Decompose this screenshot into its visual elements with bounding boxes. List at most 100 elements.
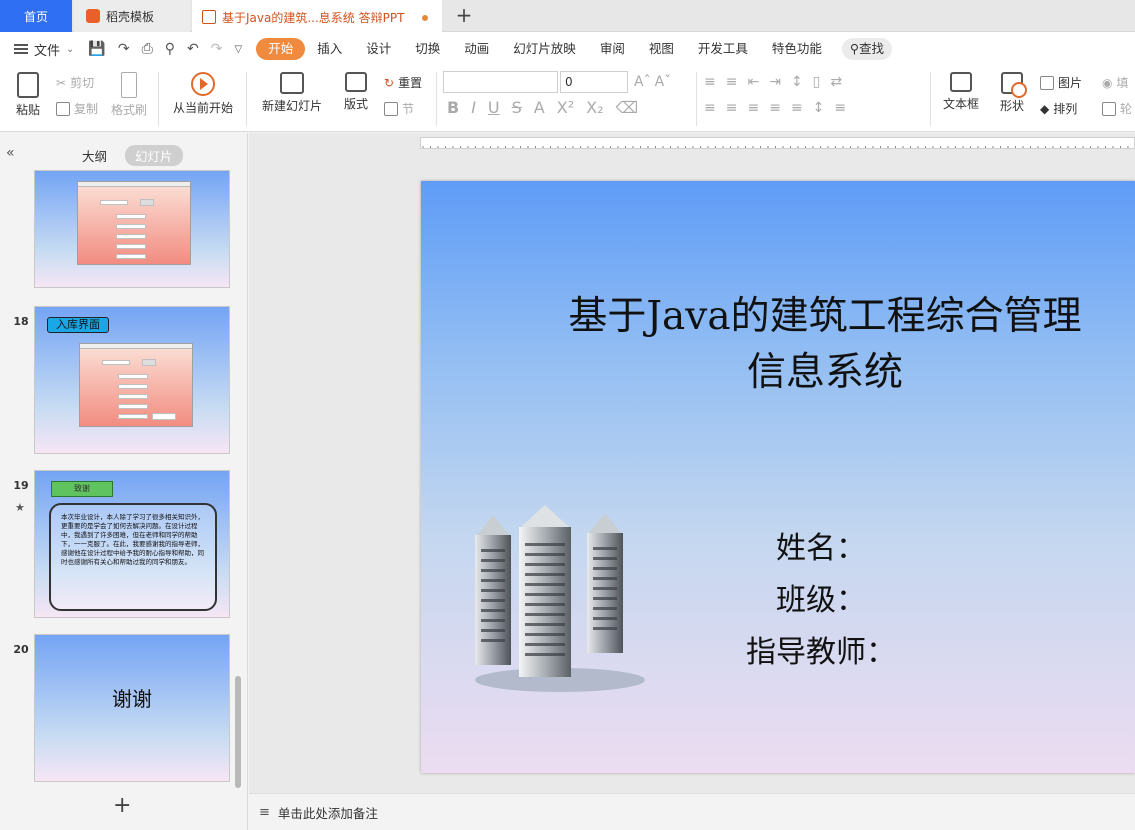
- ribbon-tab-view[interactable]: 视图: [637, 38, 686, 60]
- ppt-file-icon: [202, 10, 216, 24]
- picture-button[interactable]: 图片: [1040, 74, 1082, 91]
- shape-button[interactable]: 形状: [994, 72, 1030, 114]
- align-left-icon[interactable]: ≡: [704, 100, 716, 116]
- notes-bar[interactable]: ≡ 单击此处添加备注: [249, 793, 1135, 830]
- redo-icon[interactable]: ↷: [211, 41, 223, 57]
- font-shrink-icon: Aˇ: [654, 74, 672, 90]
- justify-icon[interactable]: ≡: [769, 100, 781, 116]
- class-label: 班级：: [776, 583, 866, 618]
- ribbon-home: 粘贴 ✂ 剪切 复制 格式刷 从当前开始 新建幻灯片 版式 ↻ 重置 节 0 Aˆ A…: [0, 66, 1135, 132]
- slide-info-block[interactable]: 姓名： 班级： 指导教师：: [721, 523, 921, 679]
- slide-thumbnail[interactable]: [34, 170, 230, 288]
- slide-thumbnail[interactable]: 入库界面: [34, 306, 230, 454]
- outline-tab[interactable]: 大纲: [72, 145, 117, 166]
- paste-label: 粘贴: [15, 103, 40, 117]
- ribbon-tab-home[interactable]: 开始: [256, 38, 306, 60]
- copy-button[interactable]: 复制: [56, 100, 98, 117]
- slide-editor: 基于Java的建筑工程综合管理 信息系统 姓名： 班级： 指导教师：: [249, 133, 1135, 793]
- hamburger-icon: [14, 44, 28, 54]
- title-tab-bar: 首页 稻壳模板 基于Java的建筑...息系统 答辩PPT +: [0, 0, 1135, 32]
- cut-button[interactable]: ✂ 剪切: [56, 74, 94, 91]
- section-button[interactable]: 节: [384, 100, 414, 117]
- arrange-button[interactable]: ◆ 排列: [1040, 100, 1077, 117]
- format-painter-button[interactable]: 格式刷: [108, 72, 150, 118]
- outline-button[interactable]: 轮: [1102, 100, 1132, 117]
- ribbon-tab-slideshow[interactable]: 幻灯片放映: [501, 38, 588, 60]
- tab-document[interactable]: 基于Java的建筑...息系统 答辩PPT: [192, 0, 442, 32]
- ribbon-tab-animation[interactable]: 动画: [452, 38, 501, 60]
- superscript-icon[interactable]: X²: [557, 98, 574, 117]
- ribbon-tab-insert[interactable]: 插入: [305, 38, 354, 60]
- textbox-button[interactable]: 文本框: [938, 72, 984, 112]
- ribbon-tab-design[interactable]: 设计: [354, 38, 403, 60]
- tab-template[interactable]: 稻壳模板: [74, 0, 190, 32]
- font-color-icon[interactable]: A: [534, 98, 545, 117]
- slide-thumbnail[interactable]: 谢谢: [34, 634, 230, 782]
- numbering-icon[interactable]: ≡: [726, 74, 738, 90]
- new-tab-button[interactable]: +: [452, 4, 476, 28]
- save-icon[interactable]: 💾: [88, 41, 105, 57]
- paste-button[interactable]: 粘贴: [10, 72, 46, 118]
- ribbon-tab-features[interactable]: 特色功能: [760, 38, 834, 60]
- menu-bar: 文件 ⌄ 💾 ↷ ⎙ ⚲ ↶ ↷ ▽ 开始 插入 设计 切换 动画 幻灯片放映 …: [0, 32, 1135, 66]
- share-icon[interactable]: ↷: [118, 41, 130, 57]
- new-slide-icon: [280, 72, 304, 94]
- layers-icon: ◆: [1040, 101, 1050, 116]
- quick-access-toolbar: 💾 ↷ ⎙ ⚲ ↶ ↷ ▽: [88, 41, 242, 57]
- ribbon-tab-transition[interactable]: 切换: [403, 38, 452, 60]
- undo-icon[interactable]: ↶: [187, 41, 199, 57]
- format-painter-label: 格式刷: [110, 103, 147, 117]
- current-slide[interactable]: 基于Java的建筑工程综合管理 信息系统 姓名： 班级： 指导教师：: [421, 181, 1135, 773]
- add-slide-button[interactable]: +: [113, 793, 131, 818]
- animation-star-icon: ★: [15, 501, 25, 514]
- collapse-panel-icon[interactable]: «: [6, 145, 15, 161]
- play-from-current-button[interactable]: 从当前开始: [166, 72, 240, 116]
- vertical-align-icon[interactable]: ↕: [813, 100, 825, 116]
- file-menu-button[interactable]: 文件 ⌄: [14, 40, 74, 59]
- reset-icon: ↻: [384, 75, 395, 90]
- ribbon-separator: [246, 72, 247, 126]
- panel-scrollbar[interactable]: [235, 676, 241, 788]
- bullets-icon[interactable]: ≡: [704, 74, 716, 90]
- font-grow-shrink[interactable]: Aˆ Aˇ: [634, 74, 671, 90]
- slide-thumbnail[interactable]: 致谢 本次毕业设计，本人除了学习了很多相关知识外，更重要的是学会了如何去解决问题…: [34, 470, 230, 618]
- shape-icon: [1001, 72, 1027, 98]
- new-slide-button[interactable]: 新建幻灯片: [256, 72, 328, 114]
- tab-home[interactable]: 首页: [0, 0, 72, 32]
- line-spacing-icon[interactable]: ↕: [791, 74, 803, 90]
- ribbon-separator: [158, 72, 159, 126]
- slides-tab[interactable]: 幻灯片: [125, 145, 183, 166]
- text-direction-icon[interactable]: ⇄: [830, 74, 842, 90]
- slide-number: 18: [13, 315, 29, 328]
- ribbon-tab-developer[interactable]: 开发工具: [686, 38, 760, 60]
- copy-icon: [56, 101, 70, 116]
- fill-button[interactable]: ◉ 填: [1102, 74, 1129, 91]
- columns-icon[interactable]: ▯: [813, 74, 821, 90]
- customize-dropdown-icon[interactable]: ▽: [235, 44, 243, 55]
- paragraph-settings-icon[interactable]: ≡: [834, 100, 846, 116]
- distribute-icon[interactable]: ≡: [791, 100, 803, 116]
- strikethrough-icon[interactable]: S: [512, 98, 522, 117]
- underline-icon[interactable]: U: [488, 98, 500, 117]
- slide-number: 19: [13, 479, 29, 492]
- font-size-select[interactable]: 0: [560, 71, 628, 93]
- reset-button[interactable]: ↻ 重置: [384, 74, 422, 91]
- slide-title[interactable]: 基于Java的建筑工程综合管理 信息系统: [505, 289, 1135, 401]
- align-right-icon[interactable]: ≡: [747, 100, 759, 116]
- increase-indent-icon[interactable]: ⇥: [769, 74, 781, 90]
- font-family-select[interactable]: [443, 71, 558, 93]
- layout-button[interactable]: 版式: [338, 72, 374, 112]
- font-size-value: 0: [565, 75, 573, 89]
- align-center-icon[interactable]: ≡: [726, 100, 738, 116]
- subscript-icon[interactable]: X₂: [586, 98, 603, 117]
- search-button[interactable]: ⚲查找: [841, 38, 893, 60]
- italic-icon[interactable]: I: [471, 98, 476, 117]
- print-icon[interactable]: ⎙: [142, 41, 153, 57]
- clear-format-icon[interactable]: ⌫: [616, 98, 639, 117]
- print-preview-icon[interactable]: ⚲: [165, 41, 175, 57]
- slide-banner: 致谢: [51, 481, 113, 497]
- ribbon-tab-review[interactable]: 审阅: [588, 38, 637, 60]
- buildings-clipart-icon[interactable]: [465, 505, 655, 695]
- decrease-indent-icon[interactable]: ⇤: [747, 74, 759, 90]
- bold-icon[interactable]: B: [447, 98, 459, 117]
